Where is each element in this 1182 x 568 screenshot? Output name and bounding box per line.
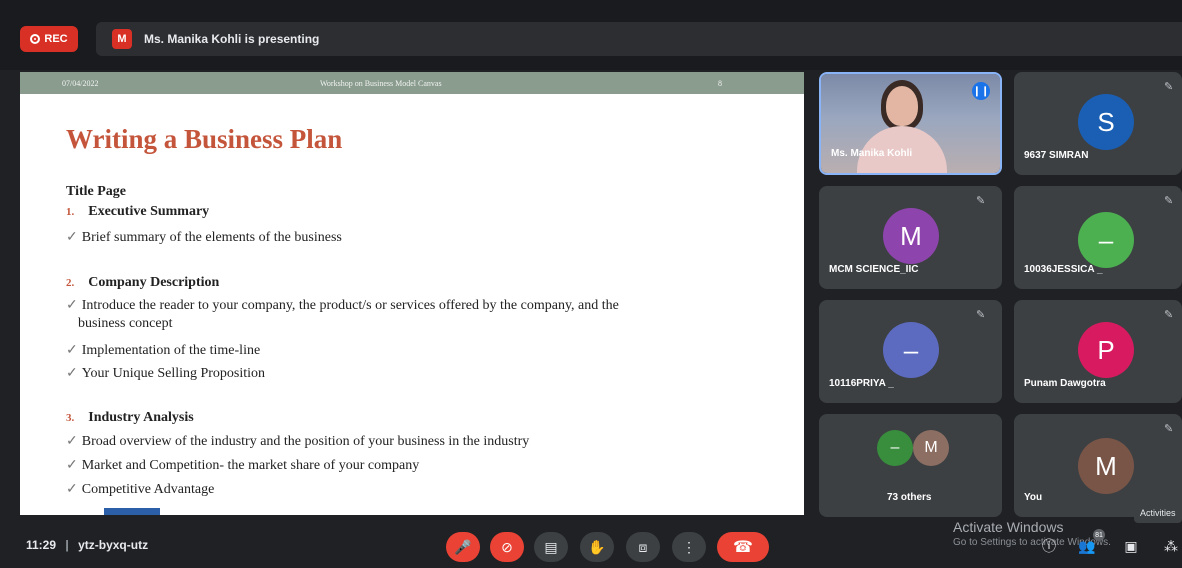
people-icon: 👥: [1078, 537, 1096, 554]
recording-label: REC: [44, 33, 68, 45]
participant-name: Ms. Manika Kohli: [831, 148, 913, 159]
slide-header: 07/04/2022 Workshop on Business Model Ca…: [20, 72, 804, 94]
slide-line: 3. Industry Analysis: [66, 410, 194, 425]
slide-line: ✓ Brief summary of the elements of the bu…: [66, 230, 342, 245]
participant-name: You: [1024, 492, 1043, 503]
slide-header-date: 07/04/2022: [62, 79, 99, 88]
present-button[interactable]: ⧈: [626, 532, 660, 562]
slide-header-page: 8: [718, 79, 722, 88]
slide-line: 2. Company Description: [66, 275, 220, 290]
presenter-text: Ms. Manika Kohli is presenting: [144, 32, 320, 46]
record-icon: [30, 34, 41, 44]
watermark-line1: Activate Windows: [953, 519, 1064, 535]
info-icon: ⓘ: [1042, 538, 1056, 554]
mic-off-icon: ✎: [1164, 423, 1174, 435]
participant-tile[interactable]: ✎ – 10116PRIYA _: [819, 300, 1002, 403]
more-options-button[interactable]: ⋮: [672, 532, 706, 562]
participant-tile-self[interactable]: ✎ M You: [1014, 414, 1182, 517]
people-button[interactable]: 👥: [1078, 537, 1096, 555]
activities-button[interactable]: ⁂: [1162, 537, 1180, 555]
presenter-avatar: M: [112, 29, 132, 49]
participant-avatar: –: [883, 322, 939, 378]
participant-name: 10116PRIYA _: [829, 378, 894, 389]
participant-tile-others[interactable]: – M 73 others: [819, 414, 1002, 517]
mic-off-icon: 🎤: [454, 538, 472, 555]
mic-off-icon: ✎: [1164, 195, 1174, 207]
participant-avatar: –: [1078, 212, 1134, 268]
chat-icon: ▣: [1124, 537, 1138, 554]
shared-slide: 07/04/2022 Workshop on Business Model Ca…: [20, 72, 804, 515]
participant-name: 9637 SIMRAN: [1024, 150, 1089, 161]
slide-line: ✓ Your Unique Selling Proposition: [66, 366, 266, 381]
camera-off-icon: ⊘: [501, 538, 513, 555]
mic-off-icon: ✎: [1164, 81, 1174, 93]
info-button[interactable]: ⓘ: [1040, 537, 1058, 555]
mic-off-icon: ✎: [976, 195, 986, 207]
participant-name: Punam Dawgotra: [1024, 378, 1106, 389]
present-icon: ⧈: [638, 538, 648, 555]
participant-tile[interactable]: ✎ P Punam Dawgotra: [1014, 300, 1182, 403]
captions-icon: ▤: [544, 538, 558, 555]
slide-line: 1. Executive Summary: [66, 204, 210, 219]
slide-progress-marker: [104, 508, 160, 515]
slide-header-title: Workshop on Business Model Canvas: [320, 79, 442, 88]
slide-line: ✓ Broad overview of the industry and the …: [66, 434, 530, 449]
hand-icon: ✋: [588, 538, 606, 555]
camera-toggle-button[interactable]: ⊘: [490, 532, 524, 562]
mic-off-icon: ✎: [1164, 309, 1174, 321]
mic-toggle-button[interactable]: 🎤: [446, 532, 480, 562]
slide-line: ✓ Introduce the reader to your company, t…: [66, 298, 619, 313]
slide-line: ✓ Market and Competition- the market shar…: [66, 458, 420, 473]
meeting-info: 11:29 | ytz-byxq-utz: [26, 538, 148, 552]
meeting-code[interactable]: ytz-byxq-utz: [78, 538, 148, 552]
presenter-banner: M Ms. Manika Kohli is presenting: [96, 22, 1182, 56]
slide-line: ✓ Competitive Advantage: [66, 482, 215, 497]
mic-off-icon: ✎: [976, 309, 986, 321]
activities-icon: ⁂: [1164, 537, 1178, 554]
end-call-button[interactable]: ☎: [717, 532, 769, 562]
slide-line: Title Page: [66, 184, 127, 199]
raise-hand-button[interactable]: ✋: [580, 532, 614, 562]
participant-avatar: M: [1078, 438, 1134, 494]
participant-name: MCM SCIENCE_IIC: [829, 264, 919, 275]
slide-line: ✓ Implementation of the time-line: [66, 343, 261, 358]
captions-button[interactable]: ▤: [534, 532, 568, 562]
participant-tile[interactable]: ✎ – 10036JESSICA _: [1014, 186, 1182, 289]
slide-line: business concept: [78, 316, 173, 331]
chat-button[interactable]: ▣: [1122, 537, 1140, 555]
participant-avatar: P: [1078, 322, 1134, 378]
top-bar: REC M Ms. Manika Kohli is presenting: [0, 0, 1182, 70]
participant-avatar: –: [877, 430, 913, 466]
participant-avatar: M: [913, 430, 949, 466]
phone-hangup-icon: ☎: [733, 539, 753, 556]
speaking-icon: ❙❙: [972, 82, 990, 100]
activities-tooltip: Activities: [1134, 503, 1182, 523]
participant-count-badge: 81: [1093, 529, 1105, 541]
meeting-time: 11:29: [26, 538, 57, 552]
participant-name: 10036JESSICA _: [1024, 264, 1103, 275]
participant-tile-presenter[interactable]: ❙❙ Ms. Manika Kohli: [819, 72, 1002, 175]
participant-avatar: S: [1078, 94, 1134, 150]
participant-tile[interactable]: ✎ S 9637 SIMRAN: [1014, 72, 1182, 175]
slide-title: Writing a Business Plan: [66, 124, 343, 154]
participant-name: 73 others: [887, 492, 932, 503]
separator: |: [65, 538, 69, 552]
participant-avatar: M: [883, 208, 939, 264]
participant-tile[interactable]: ✎ M MCM SCIENCE_IIC: [819, 186, 1002, 289]
more-vert-icon: ⋮: [682, 538, 696, 555]
recording-indicator[interactable]: REC: [20, 26, 78, 52]
